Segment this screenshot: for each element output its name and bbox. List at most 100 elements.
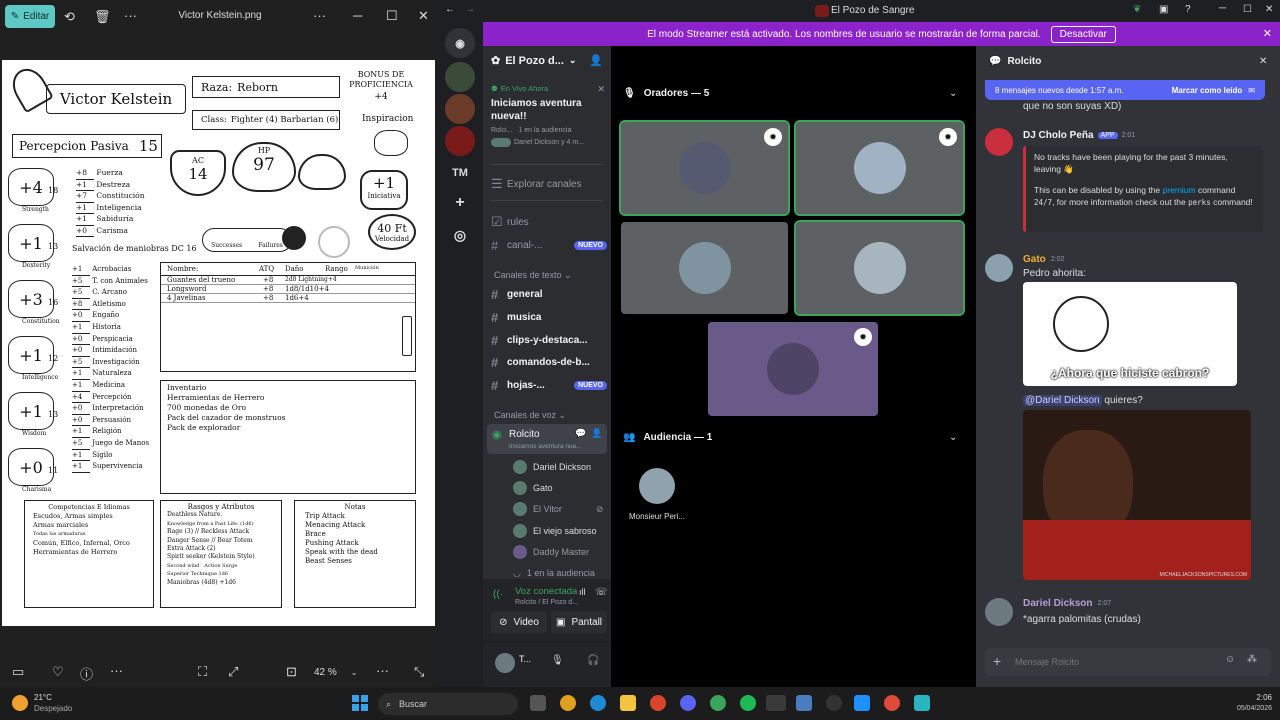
microphone-icon[interactable]: 🎙 [551, 655, 564, 666]
actual-size-icon[interactable]: ⤢ [228, 664, 238, 680]
explore-channels[interactable]: ☰ Explorar canales [491, 174, 607, 194]
author-name[interactable]: DJ Cholo Peña [1023, 130, 1094, 141]
audience-header[interactable]: 👥 Audiencia — 1 [623, 432, 712, 443]
app-icon[interactable] [796, 695, 812, 711]
voice-user[interactable]: Gato [513, 479, 553, 497]
avatar[interactable] [985, 128, 1013, 156]
author-name[interactable]: Gato [1023, 254, 1046, 265]
channel-musica[interactable]: # musica [491, 307, 607, 327]
nitro-icon[interactable]: ❦ [1133, 4, 1141, 15]
emoji-icon[interactable]: ☺ [1225, 654, 1235, 665]
app-icon[interactable] [854, 695, 870, 711]
more-options-icon[interactable]: ··· [313, 8, 326, 23]
fullscreen-icon[interactable]: ⤡ [414, 664, 424, 680]
screen-share-button[interactable]: ▣ Pantall [551, 611, 607, 633]
discord-icon[interactable] [680, 695, 696, 711]
channel-clips[interactable]: # clips-y-destaca... [491, 330, 607, 350]
server-icon[interactable] [445, 94, 475, 124]
disconnect-icon[interactable]: ☏ [595, 587, 608, 598]
close-icon[interactable]: ✕ [418, 8, 429, 24]
speaker-tile[interactable] [621, 222, 788, 314]
forward-icon[interactable]: → [465, 4, 475, 15]
delete-icon[interactable]: 🗑 [94, 9, 111, 25]
discord-home-icon[interactable]: ◉ [445, 28, 475, 58]
video-button[interactable]: ⊘ Video [491, 611, 547, 633]
invite-icon[interactable]: 👤 [589, 54, 603, 67]
add-member-icon[interactable]: 👤 [591, 428, 602, 439]
discover-icon[interactable]: ◎ [445, 220, 475, 250]
weather-temp[interactable]: 21°C [34, 693, 52, 702]
disable-streamer-button[interactable]: Desactivar [1050, 25, 1116, 43]
task-view-icon[interactable] [530, 695, 546, 711]
zoom-select[interactable]: 42 % ⌄ [306, 663, 364, 681]
collapse-chevron-icon[interactable]: ⌄ [949, 432, 957, 443]
headset-icon[interactable]: 🎧 [587, 655, 599, 666]
edit-button[interactable]: ✎ Editar [5, 5, 55, 28]
avatar[interactable] [985, 598, 1013, 626]
add-server-icon[interactable]: + [445, 188, 475, 218]
voice-user[interactable]: Daddy Master [513, 543, 589, 561]
channel-canal[interactable]: # canal-... NUEVO [491, 235, 607, 255]
maximize-icon[interactable]: ☐ [386, 8, 398, 24]
text-category[interactable]: Canales de texto ⌄ [494, 270, 572, 281]
more-icon[interactable]: ··· [124, 8, 137, 23]
chat-icon[interactable]: 💬 [575, 428, 586, 439]
back-icon[interactable]: ← [445, 4, 455, 15]
clock-time[interactable]: 2:06 [1238, 693, 1272, 702]
rotate-icon[interactable]: ⟲ [64, 9, 75, 25]
server-icon[interactable] [445, 126, 475, 156]
help-icon[interactable]: ? [1185, 4, 1191, 15]
chrome-icon[interactable] [560, 695, 576, 711]
photos-icon[interactable] [766, 695, 786, 711]
favorite-icon[interactable]: ♡ [52, 664, 64, 680]
channel-general[interactable]: # general [491, 284, 607, 304]
minimize-icon[interactable]: ─ [353, 8, 362, 23]
minimize-window-icon[interactable]: ─ [1219, 3, 1226, 14]
meme-image[interactable]: ¿Ahora que hiciste cabron? [1023, 282, 1237, 386]
weather-sun-icon[interactable] [12, 695, 28, 711]
edge-icon[interactable] [590, 695, 606, 711]
chrome-profile-icon[interactable] [884, 695, 900, 711]
fit-icon[interactable]: ⛶ [198, 664, 207, 680]
live-event-card[interactable]: ⚉ En Vivo Ahora Iniciamos aventura nueva!… [491, 84, 605, 147]
speaker-tile[interactable]: ✹ [619, 120, 790, 216]
speakers-header[interactable]: 🎙 Oradores — 5 [623, 88, 709, 99]
server-tm[interactable]: TM [445, 158, 475, 188]
app-icon[interactable] [650, 695, 666, 711]
message-input[interactable] [1015, 654, 1195, 670]
clock-date[interactable]: 05/04/2026 [1218, 705, 1272, 712]
new-messages-bar[interactable]: 8 mensajes nuevos desde 1:57 a.m. Marcar… [985, 80, 1265, 100]
avatar[interactable] [639, 468, 675, 504]
voice-category[interactable]: Canales de voz ⌄ [494, 410, 566, 421]
mark-read-link[interactable]: Marcar como leído [1172, 86, 1243, 95]
zoom-fit-icon[interactable]: ⊡ [286, 664, 297, 680]
gif-image[interactable]: MICHAELJACKSONSPICTURES.COM [1023, 410, 1251, 580]
server-header[interactable]: ✿ El Pozo d... ⌄ 👤 [491, 54, 603, 68]
user-mention[interactable]: @Dariel Dickson [1023, 395, 1102, 406]
speaker-tile[interactable] [794, 220, 965, 316]
user-avatar[interactable] [495, 653, 515, 673]
collapse-chevron-icon[interactable]: ⌄ [949, 88, 957, 99]
app-icon[interactable] [914, 695, 930, 711]
voice-user[interactable]: El Vitor ⊘ [513, 500, 603, 518]
more-tools-icon[interactable]: ··· [110, 663, 123, 678]
close-window-icon[interactable]: ✕ [1265, 4, 1273, 15]
channel-comandos[interactable]: # comandos-de-b... [491, 352, 607, 372]
author-name[interactable]: Dariel Dickson [1023, 598, 1092, 609]
noise-icon[interactable]: ıll [579, 587, 586, 597]
channel-hojas[interactable]: # hojas-... NUEVO [491, 375, 607, 395]
maximize-window-icon[interactable]: ☐ [1243, 4, 1252, 15]
info-icon[interactable]: ⓘ [80, 664, 93, 683]
taskbar-search[interactable]: ⌕ Buscar [378, 693, 518, 715]
spotify-icon[interactable] [740, 695, 756, 711]
more-zoom-icon[interactable]: ··· [376, 663, 389, 678]
speaker-tile[interactable]: ✹ [708, 322, 878, 416]
app-icon[interactable] [710, 695, 726, 711]
apps-icon[interactable]: ⁂ [1247, 654, 1257, 665]
start-icon[interactable] [352, 695, 368, 711]
file-explorer-icon[interactable] [620, 695, 636, 711]
server-icon[interactable] [445, 62, 475, 92]
close-live-icon[interactable]: ✕ [597, 84, 605, 95]
voice-channel-rolcito[interactable]: ◉ Rolcito Iniciamos aventura nue... 💬 👤 [487, 424, 607, 454]
close-banner-icon[interactable]: ✕ [1263, 27, 1272, 40]
